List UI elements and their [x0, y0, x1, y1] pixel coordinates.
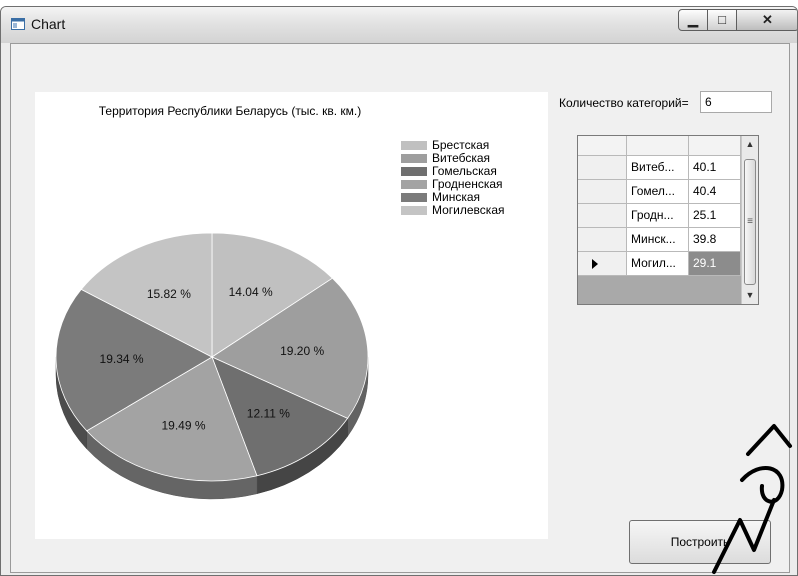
legend-swatch [401, 141, 427, 150]
scroll-down-arrow-icon[interactable]: ▼ [742, 287, 758, 304]
cell-region-name[interactable]: Могил... [627, 252, 689, 276]
form-client-area: Территория Республики Беларусь (тыс. кв.… [10, 43, 790, 573]
pie-value-label-4: 19.49 % [162, 418, 206, 432]
maximize-button[interactable]: □ [707, 9, 737, 31]
legend-swatch [401, 167, 427, 176]
grid-header-row [578, 136, 741, 156]
pie-value-label-2: 19.20 % [280, 344, 324, 358]
table-row[interactable]: Могил... 29.1 [578, 252, 741, 276]
pie-value-label-1: 14.04 % [229, 285, 273, 299]
pie-value-label-5: 19.34 % [100, 352, 144, 366]
grid-corner-header[interactable] [578, 136, 627, 156]
row-header[interactable] [578, 204, 627, 228]
maximize-icon: □ [718, 12, 726, 27]
grid-vertical-scrollbar[interactable]: ▲ ≡ ▼ [741, 136, 758, 304]
legend-swatch [401, 180, 427, 189]
cell-region-name[interactable]: Минск... [627, 228, 689, 252]
minimize-button[interactable]: ▁ [678, 9, 708, 31]
window-title: Chart [31, 16, 66, 32]
title-bar[interactable]: Chart ▁ □ ✕ [1, 7, 797, 43]
legend-swatch [401, 154, 427, 163]
data-grid-body: Витеб... 40.1 Гомел... 40.4 Гродн... 25.1 Минс… [578, 136, 741, 276]
current-row-arrow-icon [592, 259, 598, 269]
row-header[interactable] [578, 252, 627, 276]
cell-area-value[interactable]: 25.1 [689, 204, 741, 228]
cell-area-value[interactable]: 40.4 [689, 180, 741, 204]
legend-swatch [401, 206, 427, 215]
table-row[interactable]: Витеб... 40.1 [578, 156, 741, 180]
column-header-name[interactable] [627, 136, 689, 156]
cell-area-value[interactable]: 39.8 [689, 228, 741, 252]
cell-area-value[interactable]: 29.1 [689, 252, 741, 276]
table-row[interactable]: Гродн... 25.1 [578, 204, 741, 228]
scroll-thumb[interactable]: ≡ [744, 159, 756, 285]
pie-value-label-3: 12.11 % [247, 406, 290, 420]
row-header[interactable] [578, 156, 627, 180]
chart-window: Chart ▁ □ ✕ Территория Республики Белару… [0, 6, 798, 576]
build-button[interactable]: Построить [629, 520, 771, 564]
column-header-value[interactable] [689, 136, 741, 156]
row-header[interactable] [578, 180, 627, 204]
table-row[interactable]: Гомел... 40.4 [578, 180, 741, 204]
legend-swatch [401, 193, 427, 202]
cell-region-name[interactable]: Гомел... [627, 180, 689, 204]
data-grid[interactable]: Витеб... 40.1 Гомел... 40.4 Гродн... 25.1 Минс… [577, 135, 759, 305]
cell-area-value[interactable]: 40.1 [689, 156, 741, 180]
close-icon: ✕ [762, 12, 773, 27]
minimize-icon: ▁ [688, 12, 698, 27]
category-count-label: Количество категорий= [559, 96, 689, 110]
pie-value-label-6: 15.82 % [147, 287, 191, 301]
row-header[interactable] [578, 228, 627, 252]
close-button[interactable]: ✕ [736, 9, 797, 31]
category-count-input[interactable] [700, 91, 772, 113]
app-window-icon [11, 18, 25, 30]
scroll-up-arrow-icon[interactable]: ▲ [742, 136, 758, 153]
cell-region-name[interactable]: Гродн... [627, 204, 689, 228]
table-row[interactable]: Минск... 39.8 [578, 228, 741, 252]
pie-chart: Территория Республики Беларусь (тыс. кв.… [35, 92, 548, 539]
legend-label: Могилевская [432, 203, 505, 217]
scroll-grip-icon: ≡ [747, 216, 753, 227]
cell-region-name[interactable]: Витеб... [627, 156, 689, 180]
